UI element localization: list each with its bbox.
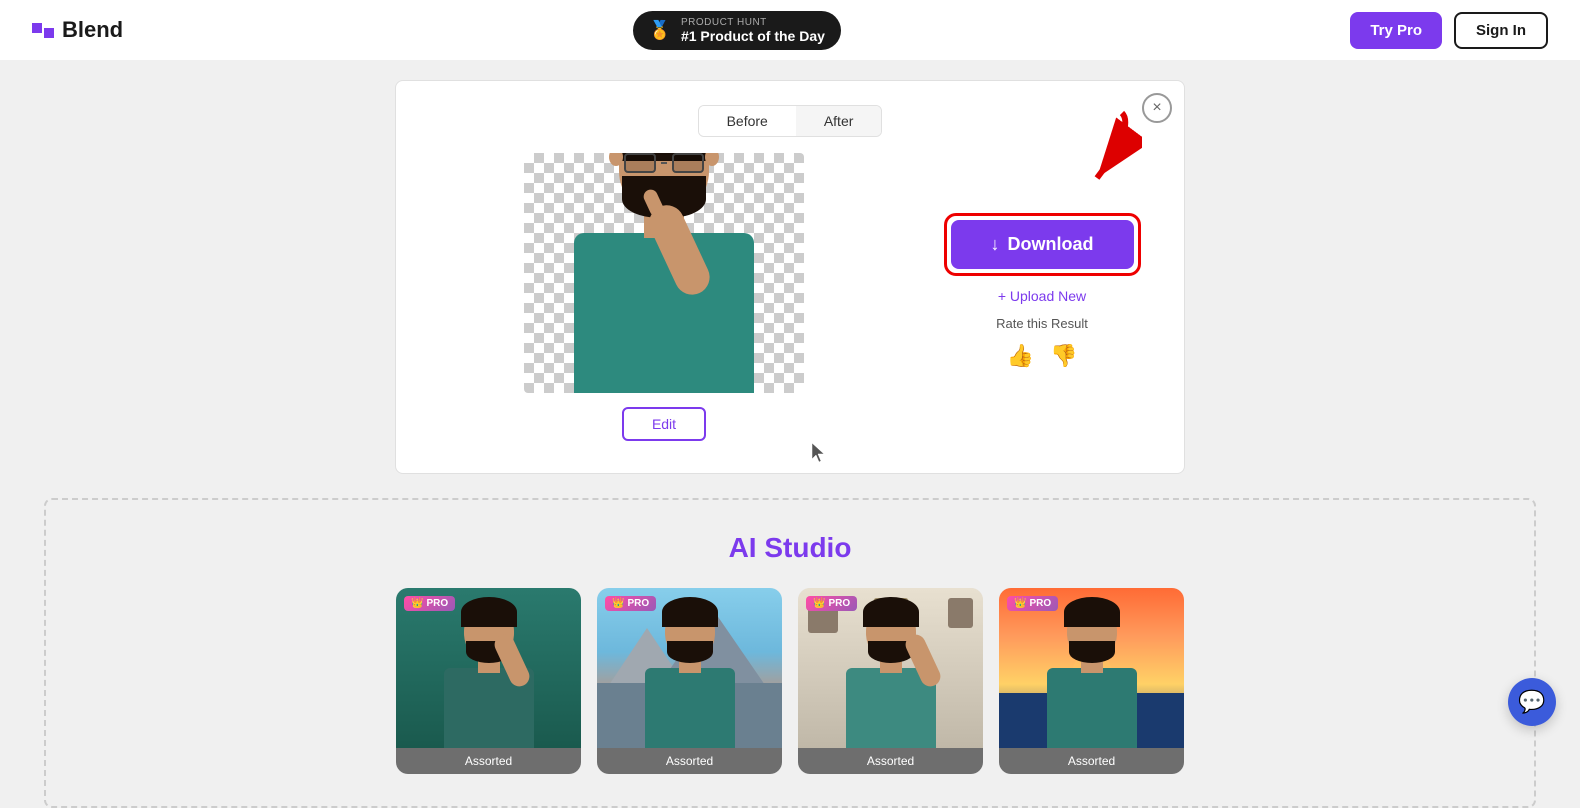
- crown-icon: 👑: [411, 598, 423, 609]
- gallery-image-bg: [999, 588, 1184, 748]
- download-button[interactable]: ↓ Download: [951, 220, 1134, 269]
- header-actions: Try Pro Sign In: [1350, 12, 1548, 49]
- ph-badge-text: PRODUCT HUNT #1 Product of the Day: [681, 17, 825, 44]
- crown-icon: 👑: [1014, 598, 1026, 609]
- logo-icon: [32, 23, 54, 38]
- arrow-indicator: [1022, 103, 1142, 193]
- thumbs-up-icon: 👍: [1007, 343, 1034, 368]
- gallery-label: Assorted: [798, 748, 983, 774]
- pro-badge: 👑 PRO: [806, 596, 857, 611]
- crown-icon: 👑: [612, 598, 624, 609]
- pro-label: PRO: [828, 598, 850, 609]
- gallery-item-label: Assorted: [867, 754, 914, 768]
- gallery-image-bg: [396, 588, 581, 748]
- header: Blend 🏅 PRODUCT HUNT #1 Product of the D…: [0, 0, 1580, 60]
- download-icon: ↓: [991, 234, 1000, 255]
- upload-new-link[interactable]: + Upload New: [998, 288, 1086, 304]
- sign-in-button[interactable]: Sign In: [1454, 12, 1548, 49]
- ai-studio-title: AI Studio: [70, 532, 1510, 564]
- ai-studio-section: AI Studio 👑 PRO Assorted: [44, 498, 1536, 808]
- ph-badge-label: PRODUCT HUNT: [681, 17, 825, 28]
- pro-badge: 👑 PRO: [404, 596, 455, 611]
- close-icon: ×: [1152, 99, 1161, 117]
- gallery-image-bg: [597, 588, 782, 748]
- tab-group: Before After: [698, 105, 883, 137]
- gallery-item[interactable]: 👑 PRO Assorted: [597, 588, 782, 774]
- processed-image: [524, 153, 804, 393]
- product-hunt-badge[interactable]: 🏅 PRODUCT HUNT #1 Product of the Day: [633, 11, 841, 50]
- ph-badge-title: #1 Product of the Day: [681, 28, 825, 44]
- page-wrapper: × Before After: [0, 60, 1580, 808]
- gallery-item-label: Assorted: [666, 754, 713, 768]
- rate-result-label: Rate this Result: [996, 316, 1088, 331]
- gallery-item[interactable]: 👑 PRO Assorted: [999, 588, 1184, 774]
- chat-button[interactable]: 💬: [1508, 678, 1556, 726]
- crown-icon: 👑: [813, 598, 825, 609]
- pro-label: PRO: [1029, 598, 1051, 609]
- logo: Blend: [32, 17, 123, 43]
- download-label: Download: [1008, 234, 1094, 255]
- gallery-item[interactable]: 👑 PRO Assorted: [396, 588, 581, 774]
- pro-label: PRO: [426, 598, 448, 609]
- gallery-item-label: Assorted: [1068, 754, 1115, 768]
- gallery-item[interactable]: 👑 PRO Assorted: [798, 588, 983, 774]
- pro-badge: 👑 PRO: [1007, 596, 1058, 611]
- pro-badge: 👑 PRO: [605, 596, 656, 611]
- gallery-label: Assorted: [396, 748, 581, 774]
- gallery-item-label: Assorted: [465, 754, 512, 768]
- actions-panel: ↓ Download + Upload New Rate this Result…: [932, 153, 1152, 369]
- close-button[interactable]: ×: [1142, 93, 1172, 123]
- pro-label: PRO: [627, 598, 649, 609]
- ph-medal-icon: 🏅: [649, 20, 671, 41]
- tab-after[interactable]: After: [796, 106, 882, 136]
- gallery-grid: 👑 PRO Assorted 👑: [70, 588, 1510, 774]
- thumbs-down-button[interactable]: 👎: [1050, 343, 1077, 369]
- download-button-wrapper: ↓ Download: [944, 213, 1141, 276]
- try-pro-button[interactable]: Try Pro: [1350, 12, 1442, 49]
- gallery-label: Assorted: [999, 748, 1184, 774]
- chat-icon: 💬: [1518, 689, 1545, 715]
- image-container: Edit: [428, 153, 900, 441]
- thumbs-up-button[interactable]: 👍: [1007, 343, 1034, 369]
- tab-before[interactable]: Before: [699, 106, 796, 136]
- gallery-label: Assorted: [597, 748, 782, 774]
- result-modal: × Before After: [395, 80, 1185, 474]
- thumbs-down-icon: 👎: [1050, 343, 1077, 368]
- gallery-image-bg: [798, 588, 983, 748]
- edit-button[interactable]: Edit: [622, 407, 706, 441]
- logo-text: Blend: [62, 17, 123, 43]
- rating-buttons: 👍 👎: [1007, 343, 1078, 369]
- result-area: Edit ↓ Download: [428, 153, 1152, 441]
